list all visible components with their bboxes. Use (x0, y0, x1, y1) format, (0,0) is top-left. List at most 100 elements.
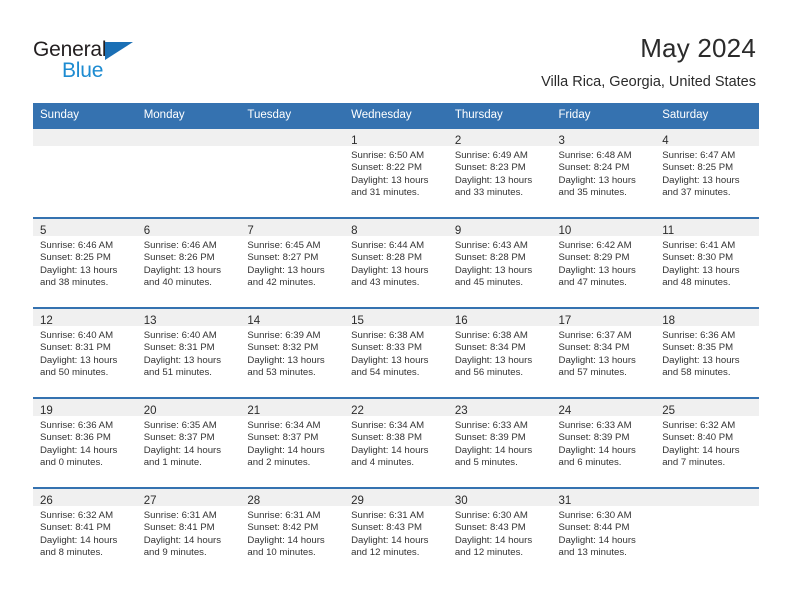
calendar-day-cell[interactable]: 31 Sunrise: 6:30 AM Sunset: 8:44 PM Dayligh… (551, 487, 656, 577)
calendar-day-cell[interactable]: 12 Sunrise: 6:40 AM Sunset: 8:31 PM Dayligh… (33, 307, 137, 398)
sunrise-time: Sunrise: 6:31 AM (143, 510, 217, 521)
daylight-duration-line2: and 45 minutes. (454, 277, 524, 289)
calendar-day-cell[interactable]: 30 Sunrise: 6:30 AM Sunset: 8:43 PM Dayligh… (447, 487, 552, 577)
day-cell-content: 17 Sunrise: 6:37 AM Sunset: 8:34 PM Dayligh… (551, 309, 656, 397)
calendar-day-cell[interactable]: 1 Sunrise: 6:50 AM Sunset: 8:22 PM Daylight… (344, 127, 448, 218)
sunset-time: Sunset: 8:35 PM (662, 342, 734, 354)
day-number: 21 (247, 405, 261, 417)
sunrise-time: Sunrise: 6:31 AM (247, 510, 321, 521)
day-number-strip: 5 (33, 219, 137, 237)
day-number-strip: 13 (136, 309, 241, 327)
day-details: Sunrise: 6:33 AM Sunset: 8:39 PM Daylight:… (448, 416, 552, 470)
day-cell-content: 21 Sunrise: 6:34 AM Sunset: 8:37 PM Dayligh… (240, 399, 345, 487)
sunrise-time: Sunrise: 6:45 AM (247, 240, 321, 251)
daylight-duration-line2: and 10 minutes. (247, 547, 316, 559)
day-number: 11 (662, 225, 675, 237)
calendar-day-cell[interactable]: 8 Sunrise: 6:44 AM Sunset: 8:28 PM Daylight… (344, 217, 448, 308)
day-number-strip: 28 (240, 489, 345, 507)
calendar-day-cell[interactable]: 26 Sunrise: 6:32 AM Sunset: 8:41 PM Dayligh… (33, 487, 137, 577)
calendar-day-cell[interactable]: 23 Sunrise: 6:33 AM Sunset: 8:39 PM Dayligh… (447, 397, 552, 488)
sunrise-time: Sunrise: 6:37 AM (558, 330, 632, 341)
day-details: Sunrise: 6:49 AM Sunset: 8:23 PM Daylight:… (448, 146, 552, 200)
day-details: Sunrise: 6:50 AM Sunset: 8:22 PM Daylight:… (344, 146, 448, 200)
day-details: Sunrise: 6:33 AM Sunset: 8:39 PM Daylight:… (552, 416, 656, 470)
calendar-week-row: 26 Sunrise: 6:32 AM Sunset: 8:41 PM Dayligh… (33, 487, 759, 577)
day-details: Sunrise: 6:41 AM Sunset: 8:30 PM Daylight:… (655, 236, 759, 290)
sunrise-time: Sunrise: 6:40 AM (143, 330, 217, 341)
calendar-day-cell[interactable]: 20 Sunrise: 6:35 AM Sunset: 8:37 PM Dayligh… (136, 397, 241, 488)
calendar-day-cell[interactable]: 17 Sunrise: 6:37 AM Sunset: 8:34 PM Dayligh… (551, 307, 656, 398)
sunset-time: Sunset: 8:25 PM (40, 252, 111, 264)
day-number-strip: 10 (551, 219, 656, 237)
sunset-time: Sunset: 8:40 PM (662, 432, 734, 444)
daylight-duration-line2: and 2 minutes. (247, 457, 311, 469)
sunset-time: Sunset: 8:30 PM (662, 252, 734, 264)
sunset-time: Sunset: 8:22 PM (351, 162, 423, 174)
day-details: Sunrise: 6:30 AM Sunset: 8:43 PM Daylight:… (448, 506, 552, 560)
day-cell-content: 6 Sunrise: 6:46 AM Sunset: 8:26 PM Daylight… (136, 219, 241, 307)
sunrise-time: Sunrise: 6:31 AM (351, 510, 425, 521)
calendar-day-cell[interactable]: 18 Sunrise: 6:36 AM Sunset: 8:35 PM Dayligh… (655, 307, 759, 398)
calendar-day-cell[interactable]: 16 Sunrise: 6:38 AM Sunset: 8:34 PM Dayligh… (447, 307, 552, 398)
daylight-duration-line2: and 12 minutes. (351, 547, 420, 559)
day-details: Sunrise: 6:31 AM Sunset: 8:43 PM Daylight:… (344, 506, 448, 560)
general-blue-logo[interactable]: General Blue (33, 38, 143, 84)
day-cell-content: 11 Sunrise: 6:41 AM Sunset: 8:30 PM Dayligh… (655, 219, 759, 307)
daylight-duration-line2: and 47 minutes. (558, 277, 627, 289)
calendar-day-cell[interactable]: 15 Sunrise: 6:38 AM Sunset: 8:33 PM Dayligh… (344, 307, 448, 398)
daylight-duration-line1: Daylight: 13 hours (247, 264, 325, 276)
calendar-day-cell[interactable]: 21 Sunrise: 6:34 AM Sunset: 8:37 PM Dayligh… (240, 397, 345, 488)
day-number: 18 (662, 315, 676, 327)
daylight-duration-line1: Daylight: 13 hours (454, 174, 533, 186)
daylight-duration-line2: and 56 minutes. (454, 367, 524, 379)
calendar-day-cell[interactable]: 27 Sunrise: 6:31 AM Sunset: 8:41 PM Dayligh… (136, 487, 241, 577)
sunrise-time: Sunrise: 6:32 AM (662, 420, 736, 431)
calendar-day-cell[interactable]: 24 Sunrise: 6:33 AM Sunset: 8:39 PM Dayligh… (551, 397, 656, 488)
calendar-day-cell[interactable]: 13 Sunrise: 6:40 AM Sunset: 8:31 PM Dayligh… (136, 307, 241, 398)
calendar-day-cell[interactable]: 25 Sunrise: 6:32 AM Sunset: 8:40 PM Dayligh… (655, 397, 759, 488)
calendar-day-cell[interactable]: 19 Sunrise: 6:36 AM Sunset: 8:36 PM Dayligh… (33, 397, 137, 488)
daylight-duration-line1: Daylight: 14 hours (454, 534, 533, 546)
sunset-time: Sunset: 8:36 PM (40, 432, 111, 444)
calendar-day-cell[interactable]: 7 Sunrise: 6:45 AM Sunset: 8:27 PM Daylight… (240, 217, 345, 308)
day-cell-content: 26 Sunrise: 6:32 AM Sunset: 8:41 PM Dayligh… (33, 489, 137, 577)
day-number-strip: 25 (655, 399, 759, 417)
calendar-day-cell[interactable]: 6 Sunrise: 6:46 AM Sunset: 8:26 PM Daylight… (136, 217, 241, 308)
sunset-time: Sunset: 8:41 PM (40, 522, 111, 534)
day-details: Sunrise: 6:44 AM Sunset: 8:28 PM Daylight:… (344, 236, 448, 290)
calendar-day-cell[interactable]: 5 Sunrise: 6:46 AM Sunset: 8:25 PM Daylight… (33, 217, 137, 308)
day-details: Sunrise: 6:34 AM Sunset: 8:38 PM Daylight:… (344, 416, 448, 470)
calendar-day-cell[interactable]: 11 Sunrise: 6:41 AM Sunset: 8:30 PM Dayligh… (655, 217, 759, 308)
day-number-strip: 7 (240, 219, 345, 237)
calendar-day-cell[interactable]: 3 Sunrise: 6:48 AM Sunset: 8:24 PM Daylight… (551, 127, 656, 218)
day-cell-content: 31 Sunrise: 6:30 AM Sunset: 8:44 PM Dayligh… (551, 489, 656, 577)
daylight-duration-line1: Daylight: 14 hours (40, 444, 118, 456)
sunset-time: Sunset: 8:38 PM (351, 432, 423, 444)
daylight-duration-line1: Daylight: 14 hours (454, 444, 533, 456)
daylight-duration-line2: and 43 minutes. (351, 277, 420, 289)
day-cell-content: 4 Sunrise: 6:47 AM Sunset: 8:25 PM Daylight… (655, 129, 759, 217)
calendar-day-cell[interactable]: 9 Sunrise: 6:43 AM Sunset: 8:28 PM Daylight… (447, 217, 552, 308)
daylight-duration-line1: Daylight: 14 hours (247, 534, 325, 546)
sunset-time: Sunset: 8:28 PM (454, 252, 526, 264)
calendar-day-cell[interactable]: 29 Sunrise: 6:31 AM Sunset: 8:43 PM Dayligh… (344, 487, 448, 577)
day-number-strip (136, 129, 241, 146)
daylight-duration-line2: and 35 minutes. (558, 187, 627, 199)
day-number: 24 (558, 405, 572, 417)
calendar-day-cell[interactable]: 28 Sunrise: 6:31 AM Sunset: 8:42 PM Dayligh… (240, 487, 345, 577)
day-number: 4 (662, 135, 669, 147)
calendar-empty-cell (655, 487, 759, 577)
day-details: Sunrise: 6:39 AM Sunset: 8:32 PM Daylight:… (240, 326, 344, 380)
calendar-day-cell[interactable]: 2 Sunrise: 6:49 AM Sunset: 8:23 PM Daylight… (447, 127, 552, 218)
day-cell-content: 20 Sunrise: 6:35 AM Sunset: 8:37 PM Dayligh… (136, 399, 241, 487)
calendar-day-cell[interactable]: 4 Sunrise: 6:47 AM Sunset: 8:25 PM Daylight… (655, 127, 759, 218)
calendar-day-cell[interactable]: 10 Sunrise: 6:42 AM Sunset: 8:29 PM Dayligh… (551, 217, 656, 308)
day-number: 3 (558, 135, 565, 147)
day-details: Sunrise: 6:30 AM Sunset: 8:44 PM Daylight:… (552, 506, 656, 560)
day-number: 15 (351, 315, 364, 327)
calendar-day-cell[interactable]: 22 Sunrise: 6:34 AM Sunset: 8:38 PM Dayligh… (344, 397, 448, 488)
daylight-duration-line2: and 12 minutes. (454, 547, 524, 559)
daylight-duration-line2: and 1 minute. (143, 457, 202, 469)
day-number-strip: 15 (344, 309, 448, 327)
calendar-day-cell[interactable]: 14 Sunrise: 6:39 AM Sunset: 8:32 PM Dayligh… (240, 307, 345, 398)
